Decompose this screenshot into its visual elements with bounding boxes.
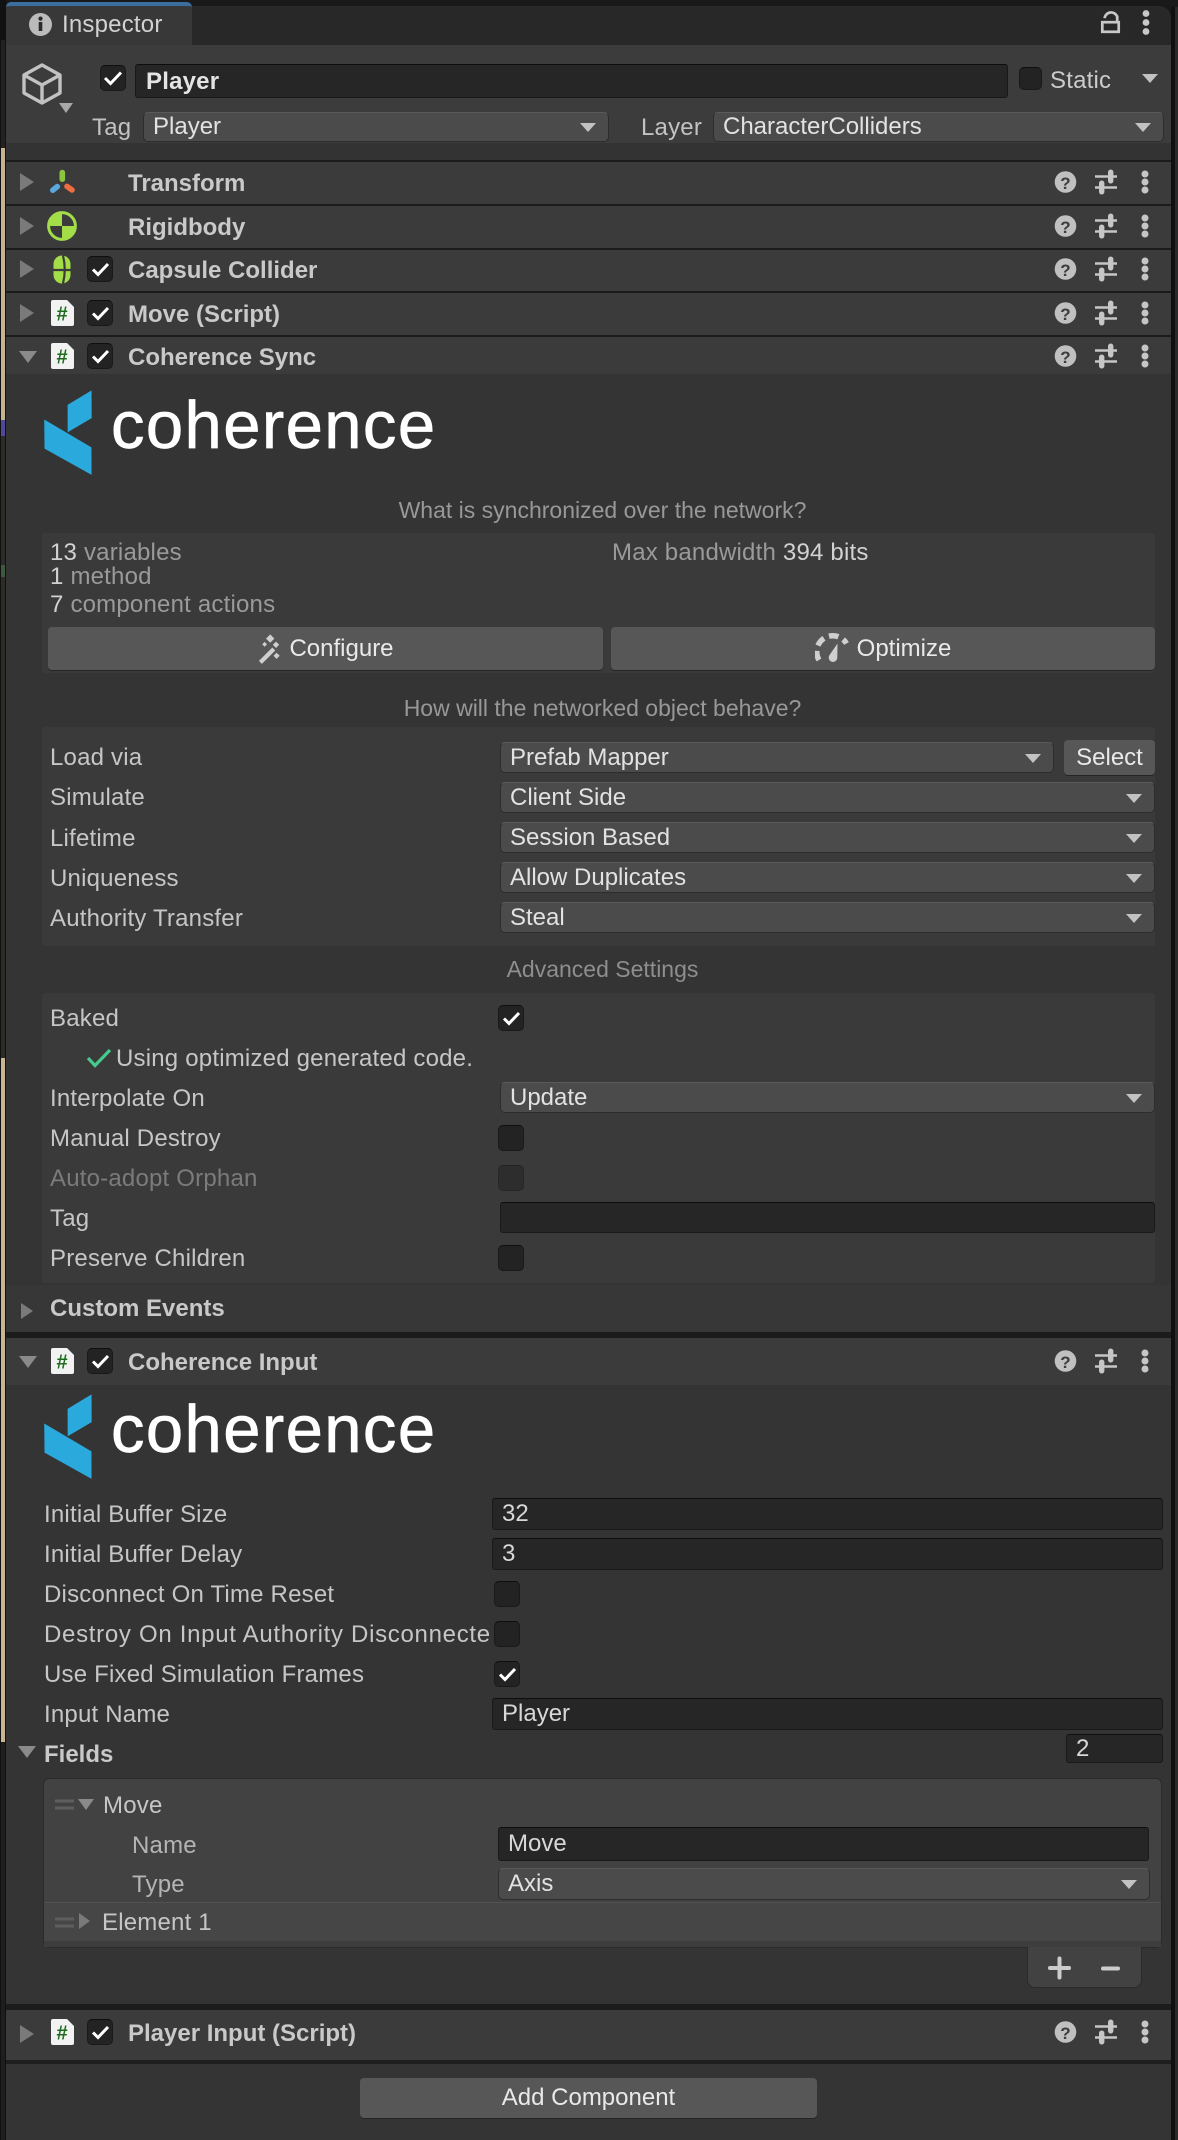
- svg-text:#: #: [56, 2023, 67, 2045]
- svg-text:#: #: [56, 1352, 67, 1374]
- svg-text:#: #: [56, 347, 67, 369]
- svg-text:#: #: [56, 304, 67, 326]
